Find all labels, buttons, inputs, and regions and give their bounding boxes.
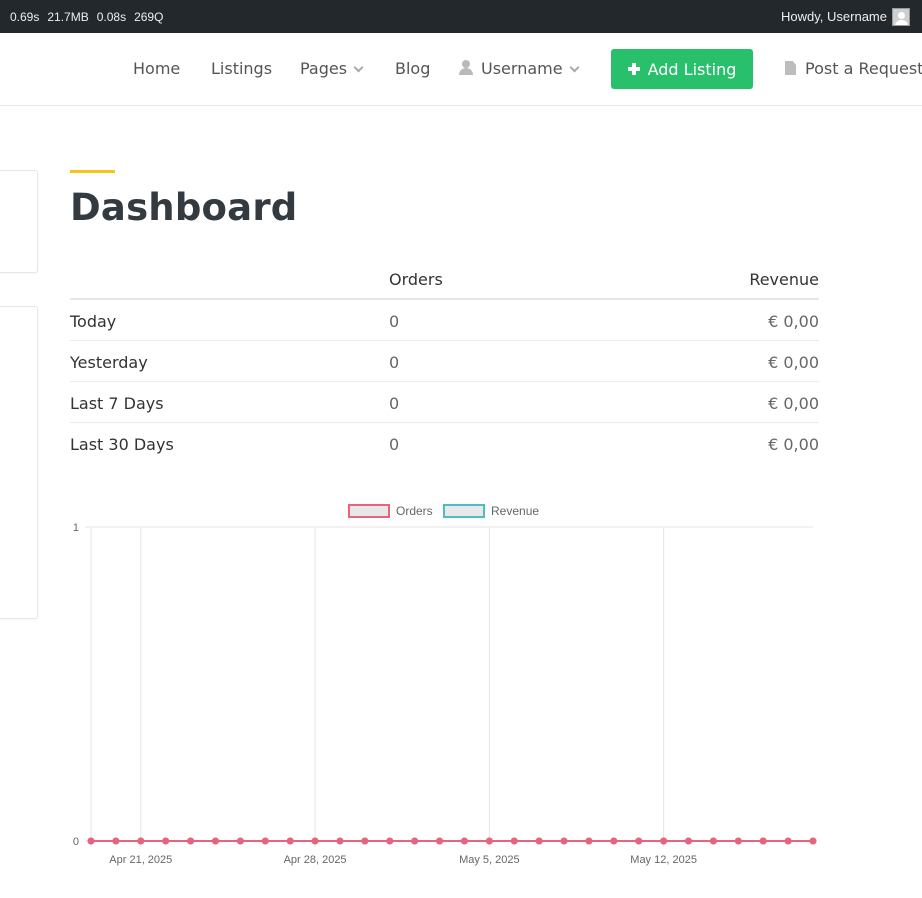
data-point-orders[interactable] <box>137 837 145 845</box>
table-header-revenue: Revenue <box>749 270 819 289</box>
row-orders: 0 <box>389 435 400 454</box>
table-row: Last 7 Days 0 € 0,00 <box>70 382 819 423</box>
row-label: Last 7 Days <box>70 394 164 413</box>
y-tick-label: 0 <box>73 836 79 848</box>
data-point-orders[interactable] <box>336 837 344 845</box>
row-revenue: € 0,00 <box>768 312 819 331</box>
plus-icon <box>627 63 640 75</box>
user-icon <box>459 60 473 75</box>
legend-label-revenue[interactable]: Revenue <box>491 504 539 518</box>
row-label: Yesterday <box>70 353 148 372</box>
add-listing-label: Add Listing <box>647 59 737 79</box>
memory-usage: 21.7MB <box>47 10 89 24</box>
nav-pages-label: Pages <box>300 59 348 78</box>
row-orders: 0 <box>389 394 400 413</box>
debug-stats[interactable]: 0.69s 21.7MB 0.08s 269Q <box>10 10 163 24</box>
data-point-orders[interactable] <box>386 837 394 845</box>
page-title: Dashboard <box>70 186 298 229</box>
data-point-orders[interactable] <box>535 837 543 845</box>
row-label: Last 30 Days <box>70 435 174 454</box>
data-point-orders[interactable] <box>436 837 444 845</box>
nav-user-label: Username <box>481 59 563 78</box>
load-time: 0.69s <box>10 10 40 24</box>
data-point-orders[interactable] <box>411 837 419 845</box>
user-avatar-icon[interactable] <box>892 8 910 26</box>
row-revenue: € 0,00 <box>768 435 819 454</box>
document-icon <box>785 61 796 75</box>
x-tick-label: May 5, 2025 <box>459 854 520 866</box>
data-point-orders[interactable] <box>311 837 319 845</box>
sidebar-card <box>0 170 38 273</box>
legend-swatch-orders[interactable] <box>348 504 390 518</box>
y-tick-label: 1 <box>73 522 79 534</box>
legend-swatch-revenue[interactable] <box>443 504 485 518</box>
nav-pages-dropdown[interactable]: Pages <box>300 59 364 78</box>
chevron-down-icon <box>569 62 580 73</box>
data-point-orders[interactable] <box>784 837 792 845</box>
data-point-orders[interactable] <box>162 837 170 845</box>
data-point-orders[interactable] <box>361 837 369 845</box>
x-tick-label: May 12, 2025 <box>630 854 697 866</box>
howdy-user-link[interactable]: Howdy, Username <box>781 9 887 24</box>
data-point-orders[interactable] <box>585 837 593 845</box>
table-row: Last 30 Days 0 € 0,00 <box>70 423 819 464</box>
table-header-orders: Orders <box>389 270 443 289</box>
stats-table: Orders Revenue Today 0 € 0,00 Yesterday … <box>70 258 819 464</box>
nav-user-dropdown[interactable]: Username <box>459 59 580 78</box>
data-point-orders[interactable] <box>660 837 668 845</box>
site-header: Home Listings Pages Blog Username Add Li… <box>0 33 922 106</box>
title-accent-bar <box>70 170 115 173</box>
row-revenue: € 0,00 <box>768 353 819 372</box>
row-label: Today <box>70 312 117 331</box>
admin-bar: 0.69s 21.7MB 0.08s 269Q Howdy, Username <box>0 0 922 33</box>
post-request-link[interactable]: Post a Request <box>785 59 922 78</box>
query-time: 0.08s <box>96 10 127 24</box>
nav-home-link[interactable]: Home <box>133 59 180 78</box>
data-point-orders[interactable] <box>112 837 120 845</box>
nav-listings-link[interactable]: Listings <box>211 59 272 78</box>
x-tick-label: Apr 28, 2025 <box>284 854 347 866</box>
data-point-orders[interactable] <box>286 837 294 845</box>
row-revenue: € 0,00 <box>768 394 819 413</box>
data-point-orders[interactable] <box>560 837 568 845</box>
data-point-orders[interactable] <box>87 837 95 845</box>
row-orders: 0 <box>389 353 400 372</box>
table-header-row: Orders Revenue <box>70 258 819 300</box>
data-point-orders[interactable] <box>809 837 817 845</box>
orders-revenue-chart: 0 1 Apr 21, 2025 Apr 28, 2025 May 5, 2025 May… <box>0 495 922 875</box>
data-point-orders[interactable] <box>709 837 717 845</box>
legend-label-orders[interactable]: Orders <box>396 504 433 518</box>
query-count: 269Q <box>134 10 164 24</box>
add-listing-button[interactable]: Add Listing <box>611 49 753 89</box>
data-point-orders[interactable] <box>187 837 195 845</box>
row-orders: 0 <box>389 312 400 331</box>
data-point-orders[interactable] <box>610 837 618 845</box>
post-request-label: Post a Request <box>805 59 922 78</box>
data-point-orders[interactable] <box>236 837 244 845</box>
data-point-orders[interactable] <box>211 837 219 845</box>
data-point-orders[interactable] <box>261 837 269 845</box>
table-row: Today 0 € 0,00 <box>70 300 819 341</box>
data-point-orders[interactable] <box>734 837 742 845</box>
data-point-orders[interactable] <box>485 837 493 845</box>
data-point-orders[interactable] <box>685 837 693 845</box>
chevron-down-icon <box>353 62 364 73</box>
data-point-orders[interactable] <box>460 837 468 845</box>
data-point-orders[interactable] <box>635 837 643 845</box>
nav-blog-link[interactable]: Blog <box>395 59 430 78</box>
table-row: Yesterday 0 € 0,00 <box>70 341 819 382</box>
data-point-orders[interactable] <box>759 837 767 845</box>
data-point-orders[interactable] <box>510 837 518 845</box>
chart-svg: 0 1 Apr 21, 2025 Apr 28, 2025 May 5, 2025 May… <box>73 504 817 866</box>
x-tick-label: Apr 21, 2025 <box>109 854 172 866</box>
